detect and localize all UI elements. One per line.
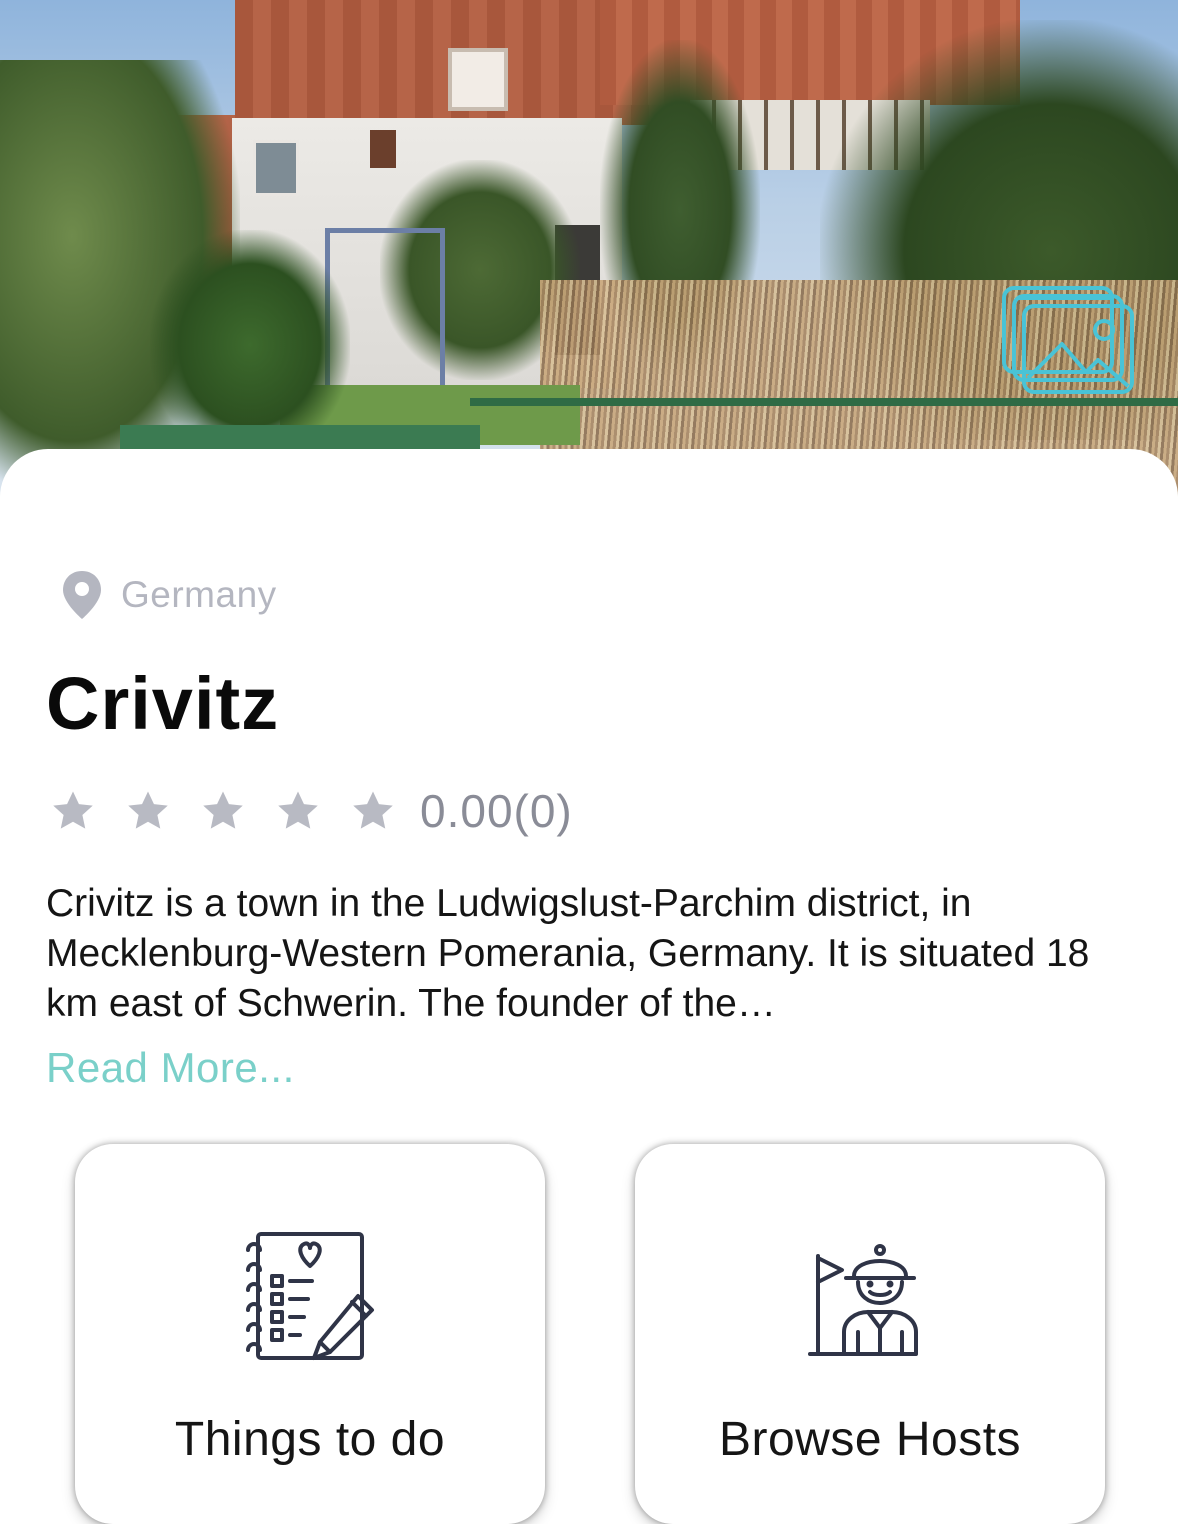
rating-score: 0.00(0) xyxy=(420,785,573,837)
photo-scene-dormer xyxy=(448,48,508,111)
location-pin-icon xyxy=(63,571,101,619)
photo-scene-fence xyxy=(470,398,1178,406)
country-label: Germany xyxy=(121,574,277,615)
things-to-do-card[interactable]: Things to do xyxy=(75,1144,545,1524)
gallery-icon[interactable] xyxy=(998,282,1138,398)
things-to-do-checklist-icon xyxy=(246,1232,374,1360)
place-details-sheet: Germany Crivitz 0.00(0) Crivitz is a tow… xyxy=(0,449,1178,1524)
browse-hosts-card[interactable]: Browse Hosts xyxy=(635,1144,1105,1524)
star-icon xyxy=(353,791,393,829)
photo-scene-window xyxy=(253,140,299,196)
location-row: Germany xyxy=(60,569,277,621)
star-icon xyxy=(53,791,93,829)
read-more-link[interactable]: Read More... xyxy=(46,1044,295,1092)
rating-row: 0.00(0) xyxy=(50,784,573,838)
star-icon xyxy=(128,791,168,829)
hero-photo[interactable] xyxy=(0,0,1178,500)
place-title: Crivitz xyxy=(46,662,280,745)
place-description: Crivitz is a town in the Ludwigslust-Par… xyxy=(46,882,1090,1025)
things-to-do-label: Things to do xyxy=(174,1413,446,1466)
star-icon xyxy=(203,791,243,829)
browse-hosts-label: Browse Hosts xyxy=(718,1413,1022,1466)
tour-guide-icon xyxy=(808,1244,918,1356)
star-icon xyxy=(278,791,318,829)
